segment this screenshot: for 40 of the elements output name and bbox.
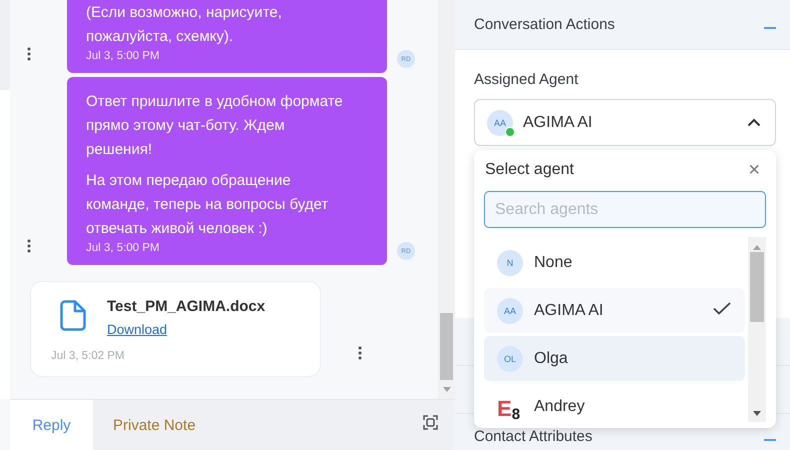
search-field[interactable]: Search agents — [484, 191, 766, 228]
attachment-time: Jul 3, 5:02 PM — [51, 350, 125, 362]
scrollbar-thumb[interactable] — [440, 313, 453, 380]
scrollbar-thumb[interactable] — [750, 252, 764, 322]
section-title: Conversation Actions — [474, 16, 615, 33]
agent-avatar: N — [497, 250, 523, 276]
scrollbar[interactable] — [748, 237, 766, 422]
file-icon — [60, 300, 86, 331]
message-text: (Если возможно, нарисуите, пожалуйста, схемку). — [86, 3, 283, 47]
section-header[interactable]: Conversation Actions — [455, 0, 790, 50]
message-text: На этом передаю обращение команде, теперь на вопросы будет отвечать живой человек :) — [86, 171, 330, 239]
scroll-down-icon[interactable] — [753, 411, 761, 416]
scrollbar[interactable] — [438, 0, 455, 399]
message-time: Jul 3, 5:00 PM — [86, 241, 161, 255]
agent-select[interactable]: AA AGIMA AI — [474, 99, 776, 146]
agent-name: AGIMA AI — [523, 114, 594, 132]
agent-avatar: AA — [487, 110, 513, 136]
field-label: Assigned Agent — [474, 71, 580, 89]
agent-name: Andrey — [534, 398, 586, 416]
agent-option[interactable]: OL Olga — [484, 336, 745, 381]
agent-option[interactable]: AA AGIMA AI — [484, 288, 745, 333]
scroll-up-icon[interactable] — [753, 245, 761, 250]
dropdown-title: Select agent — [485, 161, 574, 179]
agent-name: None — [534, 254, 574, 272]
agent-option[interactable]: N None — [484, 240, 745, 285]
file-name: Test_PM_AGIMA.docx — [107, 298, 266, 316]
message-time: Jul 3, 5:00 PM — [86, 49, 161, 63]
section-title: Contact Attributes — [474, 428, 592, 447]
agent-name: AGIMA AI — [534, 302, 604, 320]
agent-avatar: OL — [497, 346, 523, 372]
more-options-icon[interactable] — [27, 239, 31, 253]
expand-icon[interactable] — [423, 415, 438, 430]
agent-avatar: AA — [497, 298, 523, 324]
more-options-icon[interactable] — [358, 346, 362, 360]
message-text: Ответ пришлите в удобном формате прямо этому чат-боту. Ждем решения! — [86, 92, 344, 160]
close-button[interactable]: × — [742, 160, 766, 180]
agent-name: Olga — [534, 350, 569, 368]
more-options-icon[interactable] — [27, 47, 31, 61]
download-link[interactable]: Download — [107, 321, 168, 339]
check-icon — [713, 302, 731, 314]
